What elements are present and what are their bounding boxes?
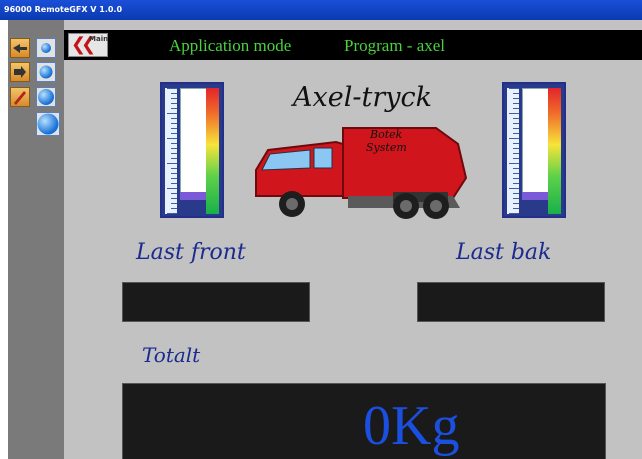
gauge-tick [513, 143, 519, 144]
gauge-color-scale [548, 88, 561, 214]
application-mode-label: Application mode [169, 36, 292, 55]
rear-load-label: Last bak [456, 240, 552, 265]
gauge-tick [171, 133, 177, 134]
total-value: 0Kg [363, 395, 460, 457]
rear-load-field [417, 282, 605, 322]
pen-icon [14, 91, 26, 105]
front-load-label: Last front [136, 240, 246, 265]
gauge-tick [171, 98, 177, 99]
gauge-tick [171, 93, 177, 94]
gauge-tick [513, 123, 519, 124]
gauge-tick [171, 108, 177, 109]
gauge-tick [513, 108, 519, 109]
gauge-tick [171, 203, 177, 204]
hand-arrow-icon [13, 44, 27, 53]
gauge-tick [513, 173, 519, 174]
total-field: 0Kg [122, 383, 606, 459]
gauge-tick [171, 118, 177, 119]
gauge-tick [171, 103, 177, 104]
gauge-tick [509, 113, 519, 114]
gauge-tick [513, 183, 519, 184]
program-label: Program - axel [344, 36, 446, 55]
gauge-scale [165, 88, 177, 214]
gauge-tick [167, 113, 177, 114]
circle-small-icon [41, 43, 51, 53]
gauge-tick [167, 163, 177, 164]
medium-circle-button[interactable] [36, 62, 56, 82]
logo-brand-line1: Botek [370, 128, 403, 141]
gauge-tick [513, 153, 519, 154]
gauge-tube [522, 88, 550, 200]
hand-pointer-icon [14, 66, 26, 78]
gauge-tick [171, 148, 177, 149]
gauge-tick [167, 213, 177, 214]
toolbar [8, 20, 64, 459]
front-load-gauge [160, 82, 224, 218]
app-window: ❮❮ Main Application mode Program - axel … [8, 20, 642, 459]
gauge-tick [171, 123, 177, 124]
gauge-tick [513, 128, 519, 129]
hand-arrow-button[interactable] [10, 38, 30, 58]
logo-brand-line2: System [366, 141, 407, 154]
gauge-tick [513, 178, 519, 179]
gauge-tick [171, 208, 177, 209]
gauge-tick [513, 93, 519, 94]
gauge-tick [513, 168, 519, 169]
gauge-tube [180, 88, 208, 200]
gauge-tick [513, 193, 519, 194]
circle-large-icon [38, 89, 54, 105]
large-circle-button[interactable] [36, 87, 56, 107]
gauge-tick [513, 158, 519, 159]
hand-pointer-button[interactable] [10, 62, 30, 82]
main-back-button[interactable]: ❮❮ Main [68, 33, 108, 57]
circle-xl-icon [37, 113, 59, 135]
gauge-tick [167, 88, 177, 89]
gauge-tick [513, 98, 519, 99]
gauge-tick [171, 178, 177, 179]
gauge-tick [509, 88, 519, 89]
gauge-tick [509, 188, 519, 189]
xl-circle-button[interactable] [36, 112, 60, 136]
gauge-tick [167, 188, 177, 189]
gauge-fill [180, 192, 208, 200]
gauge-tick [509, 138, 519, 139]
gauge-tick [171, 193, 177, 194]
small-circle-button[interactable] [36, 38, 56, 58]
rear-load-gauge [502, 82, 566, 218]
gauge-tick [167, 138, 177, 139]
gauge-tick [171, 168, 177, 169]
gauge-tick [171, 128, 177, 129]
total-label: Totalt [142, 343, 201, 367]
gauge-color-scale [206, 88, 219, 214]
gauge-tick [513, 118, 519, 119]
gauge-tick [509, 163, 519, 164]
gauge-tick [513, 103, 519, 104]
circle-medium-icon [39, 65, 53, 79]
gauge-tick [171, 183, 177, 184]
header-bar: ❮❮ Main Application mode Program - axel [64, 30, 642, 60]
gauge-tick [171, 158, 177, 159]
gauge-tick [171, 143, 177, 144]
gauge-tick [513, 208, 519, 209]
gauge-tick [513, 148, 519, 149]
gauge-tick [171, 153, 177, 154]
logo-title: Axel-tryck [293, 82, 432, 113]
gauge-tick [513, 198, 519, 199]
main-button-label: Main [89, 35, 109, 43]
garbage-truck-icon [255, 127, 468, 219]
gauge-tick [509, 213, 519, 214]
gauge-tick [513, 203, 519, 204]
gauge-fill [522, 192, 550, 200]
gauge-tick [171, 173, 177, 174]
pen-button[interactable] [10, 87, 30, 107]
gauge-scale [507, 88, 519, 214]
front-load-field [122, 282, 310, 322]
gauge-tick [513, 133, 519, 134]
gauge-tick [171, 198, 177, 199]
window-titlebar: 96000 RemoteGFX V 1.0.0 [0, 0, 642, 20]
